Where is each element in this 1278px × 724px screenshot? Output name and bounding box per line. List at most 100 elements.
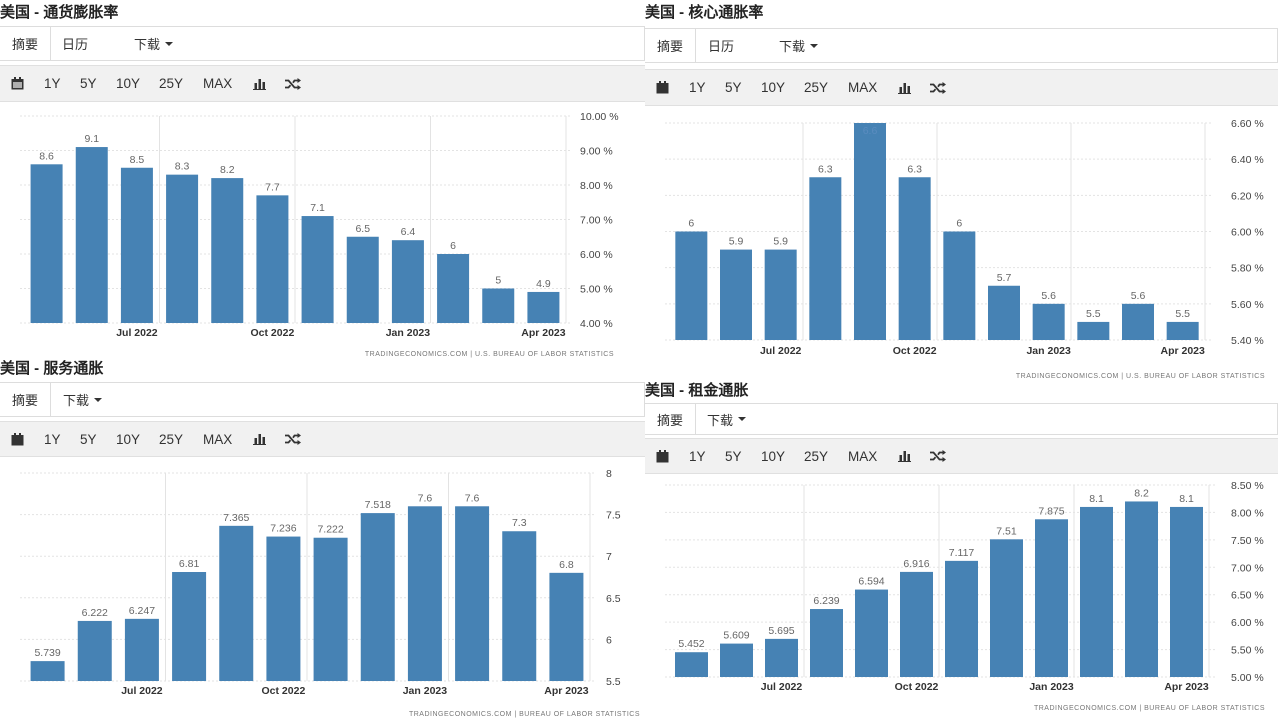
bar[interactable]	[1032, 303, 1065, 340]
tab-download[interactable]: 下载	[767, 29, 830, 62]
range-max-button[interactable]: MAX	[203, 66, 232, 101]
range-10y-button[interactable]: 10Y	[761, 70, 785, 105]
bar[interactable]	[30, 164, 63, 323]
tab-summary[interactable]: 摘要	[0, 27, 52, 60]
shuffle-icon[interactable]	[930, 70, 946, 105]
bar[interactable]	[990, 539, 1023, 677]
bar[interactable]	[1125, 501, 1158, 677]
bar[interactable]	[407, 506, 442, 681]
bar[interactable]	[898, 177, 931, 340]
bar[interactable]	[527, 291, 560, 323]
bar-chart-icon[interactable]	[253, 66, 266, 101]
range-10y-button[interactable]: 10Y	[116, 66, 140, 101]
bar[interactable]	[75, 147, 108, 323]
bar[interactable]	[675, 231, 708, 341]
tab-download[interactable]: 下载	[51, 383, 114, 416]
bar[interactable]	[1122, 303, 1154, 340]
panel-title: 美国 - 通货膨胀率	[0, 4, 119, 21]
bar[interactable]	[900, 571, 933, 677]
tab-calendar[interactable]: 日历	[696, 29, 746, 62]
bar[interactable]	[549, 572, 584, 681]
data-label: 5.452	[678, 638, 704, 650]
x-tick-label: Oct 2022	[895, 681, 939, 693]
range-max-button[interactable]: MAX	[848, 70, 877, 105]
range-5y-button[interactable]: 5Y	[725, 439, 742, 473]
bar[interactable]	[854, 123, 886, 340]
bar[interactable]	[855, 589, 888, 677]
bar[interactable]	[945, 560, 978, 677]
panel-services-inflation: 美国 - 服务通胀 摘要 下载 1Y 5Y 10Y 25Y MAX 8 7.5 7 6…	[0, 356, 645, 719]
bar[interactable]	[765, 638, 798, 677]
chart-area: 8.50 % 8.00 % 7.50 % 7.00 % 6.50 % 6.00 % 5.50…	[645, 476, 1278, 719]
bar[interactable]	[346, 236, 379, 323]
tab-calendar[interactable]: 日历	[50, 27, 100, 60]
bar[interactable]	[675, 652, 708, 677]
bar[interactable]	[720, 249, 752, 340]
y-tick-label: 7	[606, 551, 612, 563]
calendar-icon[interactable]	[11, 66, 24, 101]
calendar-icon[interactable]	[656, 439, 669, 473]
range-25y-button[interactable]: 25Y	[804, 439, 828, 473]
range-max-button[interactable]: MAX	[848, 439, 877, 473]
bar-chart-icon[interactable]	[898, 70, 911, 105]
bar[interactable]	[391, 240, 424, 323]
data-label: 7.6	[465, 492, 480, 504]
bar[interactable]	[301, 216, 334, 323]
bar[interactable]	[256, 195, 289, 323]
tab-summary[interactable]: 摘要	[645, 29, 697, 62]
bar[interactable]	[313, 537, 348, 681]
range-5y-button[interactable]: 5Y	[80, 422, 97, 456]
range-10y-button[interactable]: 10Y	[116, 422, 140, 456]
range-1y-button[interactable]: 1Y	[44, 66, 61, 101]
bar[interactable]	[219, 525, 254, 681]
range-5y-button[interactable]: 5Y	[80, 66, 97, 101]
chart-svg: 8.50 % 8.00 % 7.50 % 7.00 % 6.50 % 6.00 % 5.50…	[665, 480, 1265, 712]
tab-summary[interactable]: 摘要	[0, 383, 52, 416]
x-tick-label: Jul 2022	[116, 327, 158, 339]
range-25y-button[interactable]: 25Y	[159, 422, 183, 456]
bar[interactable]	[166, 174, 199, 323]
bar-chart-icon[interactable]	[253, 422, 266, 456]
bar[interactable]	[988, 285, 1020, 340]
shuffle-icon[interactable]	[930, 439, 946, 473]
calendar-icon[interactable]	[11, 422, 24, 456]
bar[interactable]	[77, 620, 112, 681]
bar[interactable]	[1035, 519, 1068, 677]
data-label: 7.6	[418, 492, 433, 504]
bar[interactable]	[266, 536, 301, 681]
range-1y-button[interactable]: 1Y	[44, 422, 61, 456]
tab-summary[interactable]: 摘要	[645, 404, 697, 434]
bar[interactable]	[172, 572, 207, 681]
range-1y-button[interactable]: 1Y	[689, 439, 706, 473]
bar[interactable]	[360, 513, 395, 681]
bar[interactable]	[482, 288, 515, 324]
bar[interactable]	[120, 167, 153, 323]
bar[interactable]	[1166, 321, 1199, 340]
bar[interactable]	[502, 531, 537, 681]
shuffle-icon[interactable]	[285, 66, 301, 101]
bar[interactable]	[809, 177, 842, 340]
bar-chart-icon[interactable]	[898, 439, 911, 473]
range-5y-button[interactable]: 5Y	[725, 70, 742, 105]
tab-download[interactable]: 下载	[695, 404, 758, 434]
calendar-icon[interactable]	[656, 70, 669, 105]
tab-download[interactable]: 下载	[122, 27, 185, 60]
bar[interactable]	[720, 643, 753, 677]
bar[interactable]	[437, 254, 470, 323]
range-max-button[interactable]: MAX	[203, 422, 232, 456]
bar[interactable]	[943, 231, 976, 341]
bar[interactable]	[30, 661, 65, 681]
range-25y-button[interactable]: 25Y	[159, 66, 183, 101]
bar[interactable]	[764, 249, 797, 340]
range-25y-button[interactable]: 25Y	[804, 70, 828, 105]
bar[interactable]	[124, 618, 159, 681]
shuffle-icon[interactable]	[285, 422, 301, 456]
bar[interactable]	[1170, 506, 1203, 677]
range-1y-button[interactable]: 1Y	[689, 70, 706, 105]
bar[interactable]	[1077, 321, 1110, 340]
bar[interactable]	[455, 506, 490, 681]
range-10y-button[interactable]: 10Y	[761, 439, 785, 473]
bar[interactable]	[1080, 506, 1113, 677]
bar[interactable]	[810, 609, 843, 677]
bar[interactable]	[211, 178, 244, 323]
